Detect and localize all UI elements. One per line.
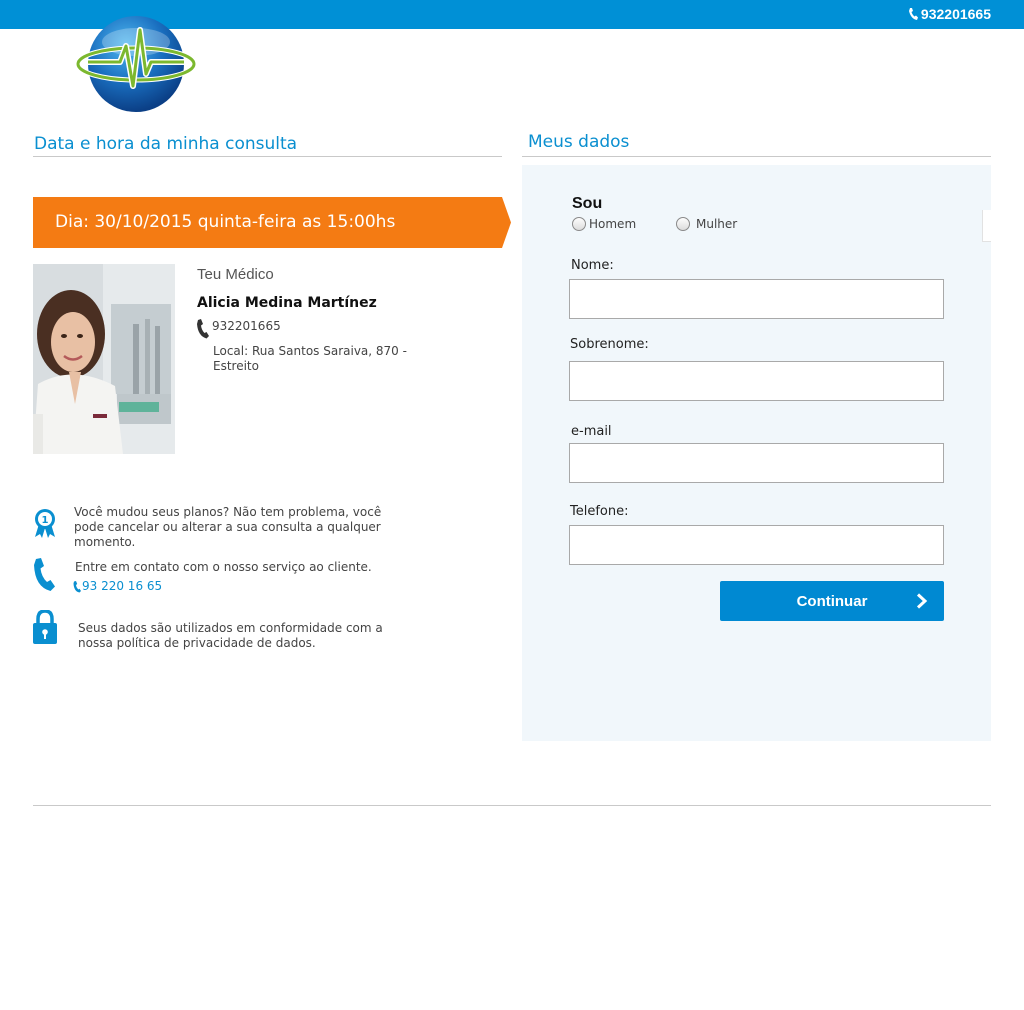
- email-label: e-mail: [571, 424, 612, 439]
- chevron-right-icon: [916, 593, 928, 609]
- phone-icon: [73, 580, 81, 592]
- contact-block: Entre em contato com o nosso serviço ao …: [73, 560, 415, 594]
- radio-button[interactable]: [676, 217, 690, 231]
- appointment-datetime: Dia: 30/10/2015 quinta-feira as 15:00hs: [55, 212, 396, 232]
- contact-phone-link[interactable]: 93 220 16 65: [73, 579, 415, 594]
- footer-divider: [33, 805, 991, 806]
- doctor-photo: [33, 264, 175, 454]
- top-phone-number: 932201665: [920, 6, 991, 22]
- lock-icon: [33, 610, 57, 644]
- appointment-section-title: Data e hora da minha consulta: [34, 134, 298, 154]
- contact-text: Entre em contato com o nosso serviço ao …: [75, 560, 372, 574]
- doctor-heading: Teu Médico: [197, 266, 274, 283]
- doctor-location: Local: Rua Santos Saraiva, 870 - Estreit…: [213, 344, 407, 373]
- top-phone[interactable]: 932201665: [908, 6, 991, 22]
- phone-handset-icon: [34, 558, 55, 591]
- gender-option-label: Homem: [589, 217, 637, 231]
- change-plans-text: Você mudou seus planos? Não tem problema…: [74, 505, 382, 549]
- email-input[interactable]: [569, 443, 944, 483]
- sobrenome-label: Sobrenome:: [570, 337, 649, 352]
- doctor-name: Alicia Medina Martínez: [197, 295, 377, 311]
- award-ribbon-icon: 1: [35, 509, 55, 538]
- divider: [33, 156, 502, 157]
- phone-icon: [908, 8, 918, 20]
- telefone-label: Telefone:: [570, 504, 629, 519]
- sobrenome-input[interactable]: [569, 361, 944, 401]
- nome-label: Nome:: [571, 258, 614, 273]
- doctor-phone[interactable]: 932201665: [196, 319, 281, 339]
- gender-option-label: Mulher: [696, 217, 738, 231]
- my-data-section-title: Meus dados: [528, 132, 630, 152]
- privacy-text: Seus dados são utilizados em conformidad…: [78, 621, 383, 650]
- nome-input[interactable]: [569, 279, 944, 319]
- site-logo[interactable]: [75, 12, 197, 116]
- panel-tab: [982, 210, 991, 242]
- logo-globe-icon: [75, 16, 197, 112]
- doctor-phone-number: 932201665: [212, 319, 281, 333]
- appointment-banner: Dia: 30/10/2015 quinta-feira as 15:00hs: [33, 197, 511, 248]
- gender-radio-mulher[interactable]: Mulher: [676, 217, 737, 231]
- svg-text:1: 1: [42, 515, 49, 526]
- gender-radio-homem[interactable]: Homem: [572, 217, 636, 231]
- radio-button[interactable]: [572, 217, 586, 231]
- continue-button[interactable]: Continuar: [720, 581, 944, 621]
- divider: [522, 156, 991, 157]
- gender-label: Sou: [572, 195, 603, 212]
- telefone-input[interactable]: [569, 525, 944, 565]
- continue-button-label: Continuar: [796, 593, 868, 610]
- contact-phone-number: 93 220 16 65: [82, 579, 163, 593]
- phone-icon: [197, 319, 209, 339]
